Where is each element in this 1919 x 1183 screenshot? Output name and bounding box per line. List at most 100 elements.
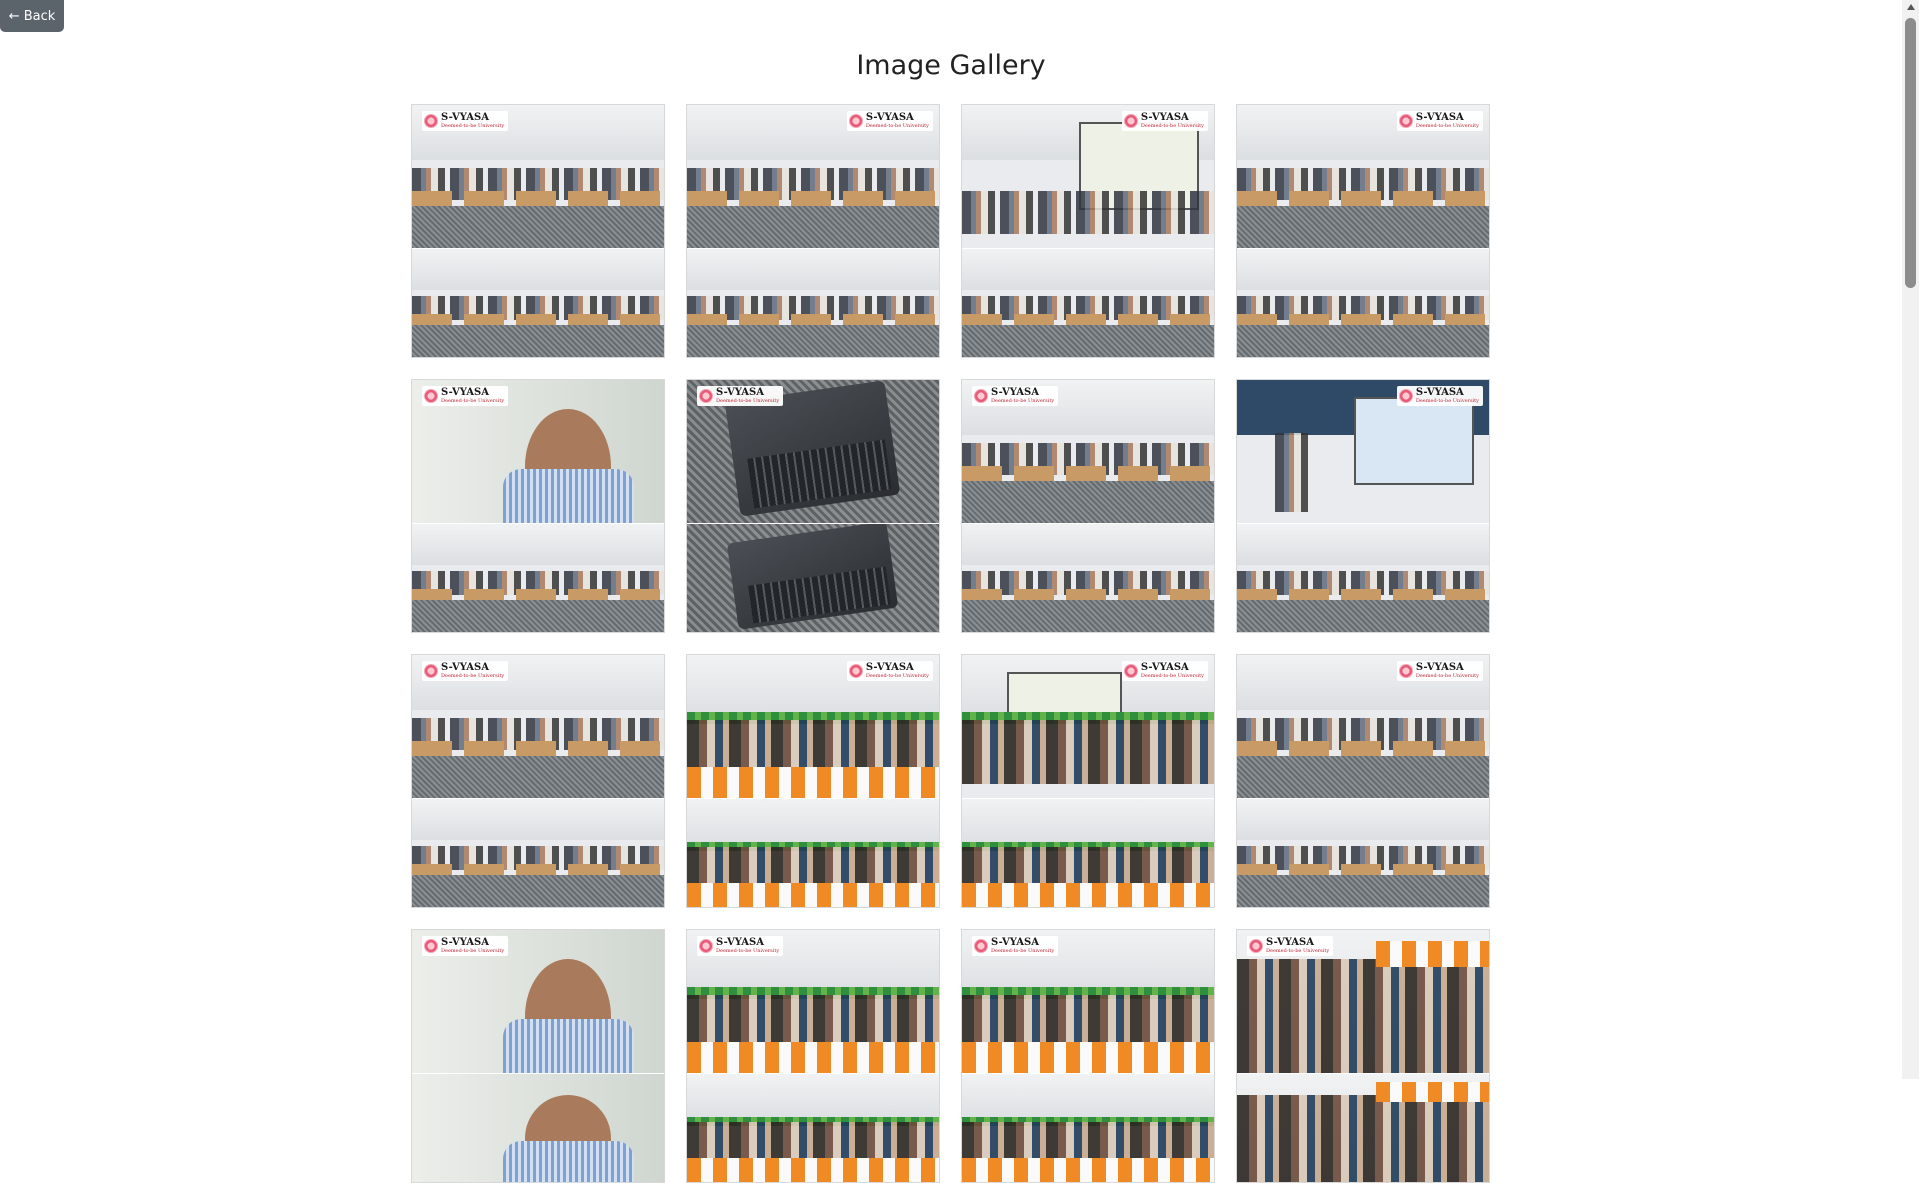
photo-bottom [412,522,664,632]
lotus-icon [424,389,438,403]
logo-subtext: Deemed-to-be University [716,398,780,404]
logo-text: S-VYASA [1415,662,1464,673]
lotus-icon [974,939,988,953]
back-button[interactable]: ← Back [0,0,64,32]
logo-text: S-VYASA [1266,937,1315,948]
university-logo: S-VYASA Deemed-to-be University [1396,111,1483,131]
logo-text: S-VYASA [1140,112,1189,123]
gallery-image[interactable]: S-VYASA Deemed-to-be University [686,929,940,1183]
university-logo: S-VYASA Deemed-to-be University [846,661,933,681]
lotus-icon [848,664,863,678]
logo-text: S-VYASA [991,937,1040,948]
gallery-image[interactable]: S-VYASA Deemed-to-be University [411,654,665,908]
lotus-icon [1123,114,1138,128]
logo-text: S-VYASA [1415,112,1464,123]
gallery-image[interactable]: S-VYASA Deemed-to-be University [1236,104,1490,358]
logo-text: S-VYASA [441,112,490,123]
gallery-image[interactable]: S-VYASA Deemed-to-be University [411,929,665,1183]
logo-subtext: Deemed-to-be University [1415,673,1479,679]
university-logo: S-VYASA Deemed-to-be University [697,386,784,406]
university-logo: S-VYASA Deemed-to-be University [972,386,1059,406]
gallery-image[interactable]: S-VYASA Deemed-to-be University [961,104,1215,358]
lotus-icon [1123,664,1138,678]
lotus-icon [699,939,713,953]
university-logo: S-VYASA Deemed-to-be University [422,661,509,681]
photo-bottom [687,1072,939,1182]
gallery-image[interactable]: S-VYASA Deemed-to-be University [961,929,1215,1183]
photo-bottom [412,247,664,357]
photo-bottom [962,1072,1214,1182]
gallery-image[interactable]: S-VYASA Deemed-to-be University [686,379,940,633]
logo-text: S-VYASA [865,112,914,123]
logo-subtext: Deemed-to-be University [865,673,929,679]
photo-bottom [962,247,1214,357]
university-logo: S-VYASA Deemed-to-be University [1396,386,1483,406]
lotus-icon [1249,939,1263,953]
photo-bottom [1237,522,1489,632]
logo-subtext: Deemed-to-be University [1415,398,1479,404]
photo-bottom [1237,247,1489,357]
scrollbar-thumb[interactable] [1905,18,1916,288]
gallery-image[interactable]: S-VYASA Deemed-to-be University [1236,654,1490,908]
gallery-image[interactable]: S-VYASA Deemed-to-be University [961,654,1215,908]
photo-bottom [412,1072,664,1182]
university-logo: S-VYASA Deemed-to-be University [1121,111,1208,131]
photo-bottom [687,522,939,632]
gallery-image[interactable]: S-VYASA Deemed-to-be University [961,379,1215,633]
logo-subtext: Deemed-to-be University [441,398,505,404]
lotus-icon [1398,114,1413,128]
logo-subtext: Deemed-to-be University [865,123,929,129]
lotus-icon [424,114,438,128]
page-title: Image Gallery [856,50,1046,81]
logo-text: S-VYASA [716,387,765,398]
logo-subtext: Deemed-to-be University [1266,948,1330,954]
lotus-icon [424,664,438,678]
logo-subtext: Deemed-to-be University [991,948,1055,954]
photo-bottom [1237,1072,1489,1182]
lotus-icon [974,389,988,403]
lotus-icon [848,114,863,128]
logo-subtext: Deemed-to-be University [1140,123,1204,129]
logo-subtext: Deemed-to-be University [441,673,505,679]
gallery-image[interactable]: S-VYASA Deemed-to-be University [1236,379,1490,633]
gallery-image[interactable]: S-VYASA Deemed-to-be University [411,379,665,633]
logo-subtext: Deemed-to-be University [991,398,1055,404]
scrollbar[interactable] [1902,0,1919,1079]
photo-bottom [1237,797,1489,907]
logo-text: S-VYASA [716,937,765,948]
photo-bottom [687,247,939,357]
logo-text: S-VYASA [1415,387,1464,398]
logo-subtext: Deemed-to-be University [1140,673,1204,679]
logo-text: S-VYASA [865,662,914,673]
logo-subtext: Deemed-to-be University [441,123,505,129]
gallery-image[interactable]: S-VYASA Deemed-to-be University [686,104,940,358]
photo-bottom [687,797,939,907]
logo-text: S-VYASA [441,662,490,673]
university-logo: S-VYASA Deemed-to-be University [697,936,784,956]
logo-subtext: Deemed-to-be University [441,948,505,954]
university-logo: S-VYASA Deemed-to-be University [422,936,509,956]
university-logo: S-VYASA Deemed-to-be University [422,386,509,406]
logo-text: S-VYASA [441,387,490,398]
scroll-up-arrow-icon[interactable] [1907,4,1915,10]
photo-bottom [962,522,1214,632]
lotus-icon [424,939,438,953]
university-logo: S-VYASA Deemed-to-be University [1121,661,1208,681]
photo-bottom [412,797,664,907]
logo-text: S-VYASA [991,387,1040,398]
university-logo: S-VYASA Deemed-to-be University [422,111,509,131]
photo-bottom [962,797,1214,907]
university-logo: S-VYASA Deemed-to-be University [846,111,933,131]
gallery-image[interactable]: S-VYASA Deemed-to-be University [686,654,940,908]
logo-subtext: Deemed-to-be University [716,948,780,954]
lotus-icon [1398,664,1413,678]
lotus-icon [699,389,713,403]
logo-subtext: Deemed-to-be University [1415,123,1479,129]
gallery-image[interactable]: S-VYASA Deemed-to-be University [411,104,665,358]
logo-text: S-VYASA [1140,662,1189,673]
logo-text: S-VYASA [441,937,490,948]
lotus-icon [1398,389,1413,403]
gallery-image[interactable]: S-VYASA Deemed-to-be University [1236,929,1490,1183]
image-gallery: S-VYASA Deemed-to-be University S-VYASA Dee… [411,104,1491,1183]
university-logo: S-VYASA Deemed-to-be University [1396,661,1483,681]
